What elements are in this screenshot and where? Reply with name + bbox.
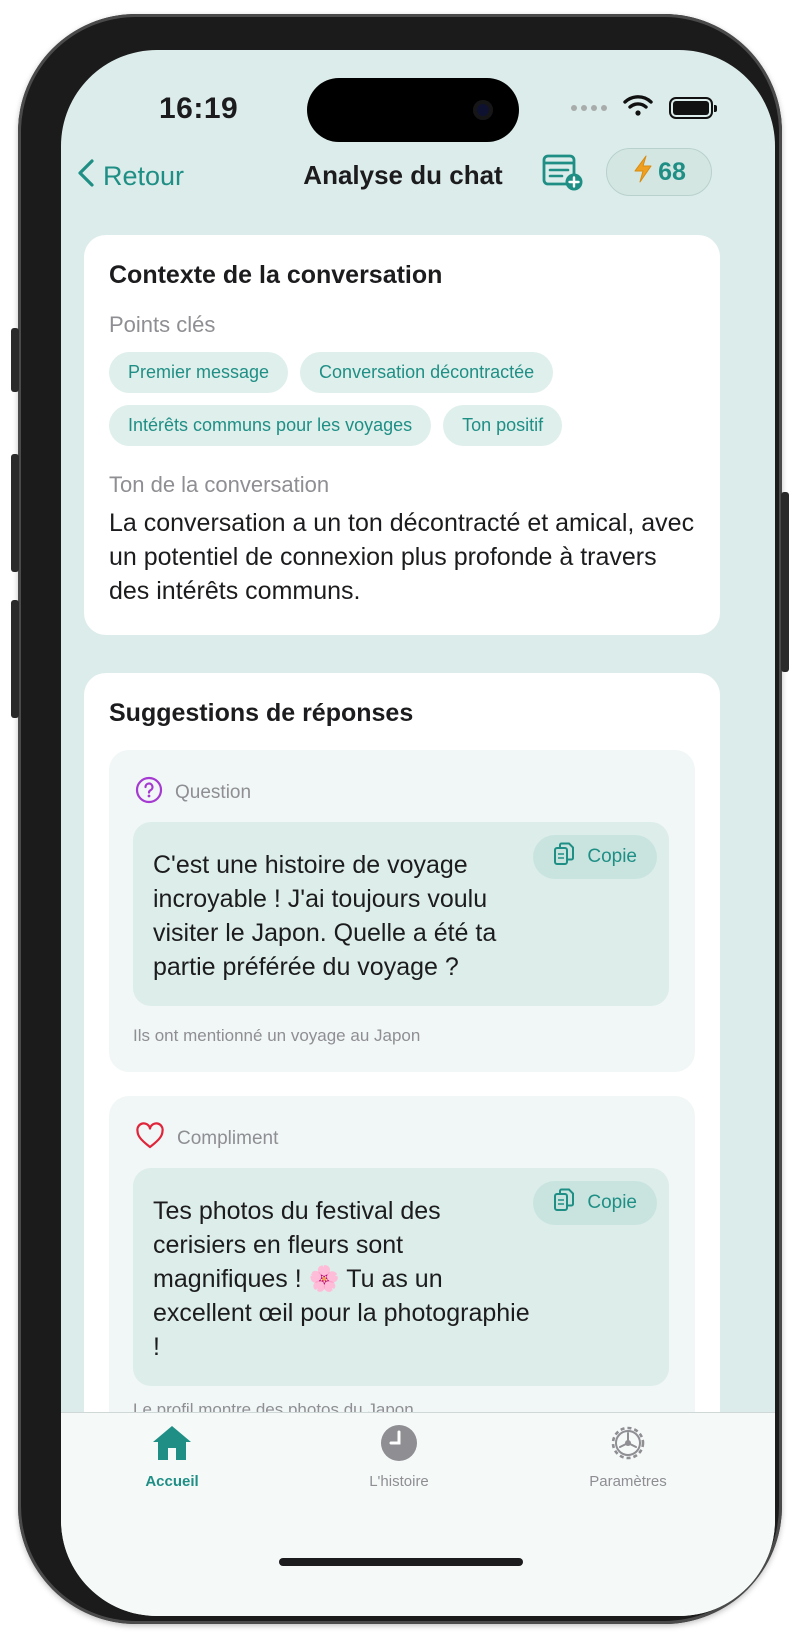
copy-icon: [553, 1188, 575, 1218]
key-points-chips: Premier message Conversation décontracté…: [109, 352, 669, 446]
side-button-volume-up: [11, 454, 19, 572]
clock-icon: [379, 1423, 419, 1467]
wifi-icon: [623, 94, 653, 121]
context-title: Contexte de la conversation: [109, 261, 443, 289]
phone-frame: Contexte de la conversation Points clés …: [11, 14, 789, 1624]
context-card: Contexte de la conversation Points clés …: [84, 235, 720, 635]
suggestion-type: Compliment: [177, 1128, 279, 1149]
key-point-chip: Intérêts communs pour les voyages: [109, 405, 432, 446]
credits-count: 68: [658, 157, 686, 186]
tab-bar: Accueil L'histoire Paramètres: [61, 1412, 775, 1616]
suggestions-title: Suggestions de réponses: [109, 699, 414, 727]
credits-badge[interactable]: 68: [606, 148, 712, 196]
tab-home[interactable]: Accueil: [107, 1423, 237, 1490]
suggestion-bubble: Tes photos du festival des cerisiers en …: [133, 1168, 669, 1386]
tab-label: Accueil: [145, 1473, 199, 1490]
tab-label: Paramètres: [589, 1473, 667, 1490]
bolt-icon: [632, 155, 654, 190]
copy-button[interactable]: Copie: [533, 835, 657, 879]
gear-icon: [608, 1423, 648, 1467]
note-add-icon: [542, 154, 583, 191]
tab-settings[interactable]: Paramètres: [563, 1423, 693, 1490]
question-circle-icon: [135, 776, 163, 810]
key-point-chip: Ton positif: [443, 405, 563, 446]
tone-label: Ton de la conversation: [109, 472, 330, 497]
tab-history[interactable]: L'histoire: [334, 1423, 464, 1490]
camera-icon: [473, 100, 493, 120]
battery-icon: [669, 96, 717, 119]
nav-bar: Retour Analyse du chat 68: [61, 146, 775, 210]
side-button-power: [781, 492, 789, 672]
heart-icon: [135, 1122, 165, 1156]
suggestion-bubble: C'est une histoire de voyage incroyable …: [133, 822, 669, 1006]
copy-icon: [553, 842, 575, 872]
status-indicators: [571, 94, 717, 121]
suggestions-card: Suggestions de réponses Question C'est u…: [84, 673, 720, 1412]
copy-button[interactable]: Copie: [533, 1181, 657, 1225]
status-time: 16:19: [159, 92, 239, 125]
new-note-button[interactable]: [541, 152, 585, 197]
suggestion-item: Compliment Tes photos du festival des ce…: [109, 1096, 695, 1412]
screen: Contexte de la conversation Points clés …: [61, 50, 775, 1616]
copy-label: Copie: [587, 1192, 637, 1213]
scroll-content[interactable]: Contexte de la conversation Points clés …: [61, 50, 775, 1412]
suggestion-text: Tes photos du festival des cerisiers en …: [153, 1197, 530, 1361]
suggestion-header: Compliment: [135, 1122, 278, 1156]
suggestion-header: Question: [135, 776, 251, 810]
home-indicator: [279, 1558, 523, 1566]
key-point-chip: Premier message: [109, 352, 289, 393]
tab-label: L'histoire: [369, 1473, 429, 1490]
key-point-chip: Conversation décontractée: [300, 352, 554, 393]
suggestion-type: Question: [175, 782, 252, 803]
suggestion-item: Question C'est une histoire de voyage in…: [109, 750, 695, 1072]
suggestion-text: C'est une histoire de voyage incroyable …: [153, 851, 497, 981]
dynamic-island: [307, 78, 519, 142]
side-button-action: [11, 328, 19, 392]
copy-label: Copie: [587, 846, 637, 867]
suggestion-reason: Ils ont mentionné un voyage au Japon: [133, 1026, 421, 1045]
side-button-volume-down: [11, 600, 19, 718]
key-points-label: Points clés: [109, 312, 216, 337]
tone-text: La conversation a un ton décontracté et …: [109, 509, 695, 605]
suggestion-reason: Le profil montre des photos du Japon: [133, 1400, 414, 1412]
signal-icon: [571, 104, 607, 111]
home-icon: [150, 1423, 194, 1467]
